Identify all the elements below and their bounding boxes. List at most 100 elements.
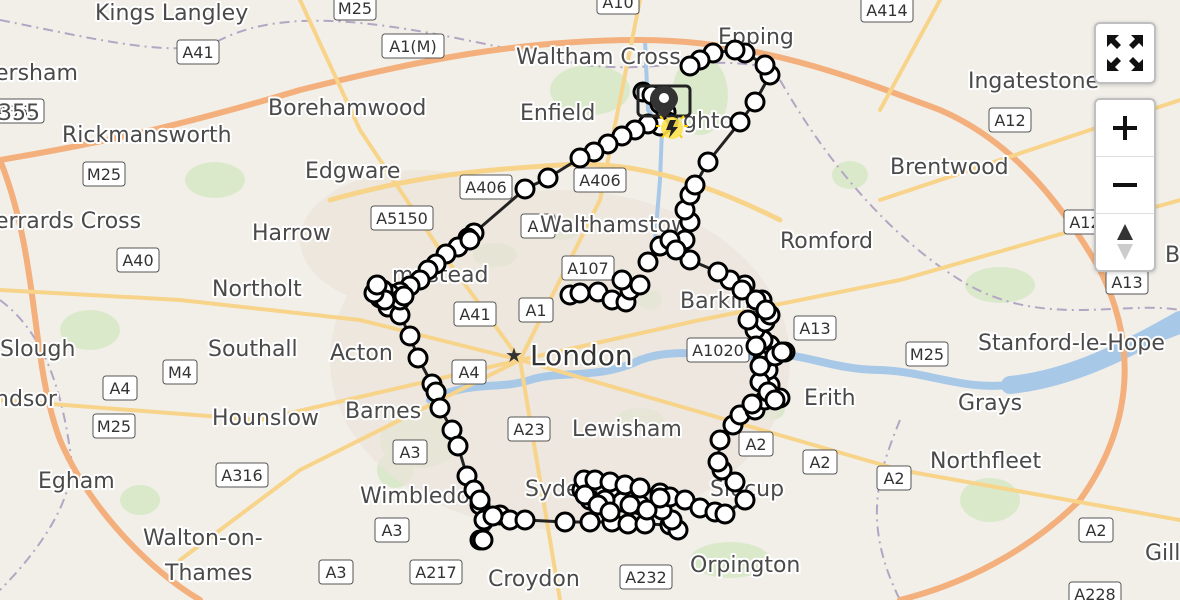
route-point-marker[interactable] [393,285,415,307]
basemap: M25 A10 A414A41 A1(M)A12A355M25A406 A406A1A5… [0,0,1180,600]
route-point-marker[interactable] [745,335,767,357]
svg-text:A41: A41 [182,43,213,62]
route-point-marker[interactable] [447,435,469,457]
route-point-marker[interactable] [771,341,793,363]
route-point-marker[interactable] [482,505,504,527]
road-shield: A1 [518,297,554,323]
route-point-marker[interactable] [599,501,621,523]
city-label-london: London [530,339,633,372]
route-point-marker[interactable] [569,282,591,304]
road-shield: A3 [318,559,354,585]
zoom-controls [1094,98,1156,272]
svg-text:A3: A3 [325,563,346,582]
road-shield: A2 [738,431,774,457]
svg-text:A414: A414 [866,1,907,20]
route-point-marker[interactable] [579,511,601,533]
place-label: Kings Langley [95,1,248,26]
route-point-marker[interactable] [749,355,771,377]
map-view[interactable]: M25 A10 A414 A41 A1(M) A12 A355 M25 A406 A406 A1 A5… [0,0,1180,600]
road-shield: M25 [82,161,126,187]
map-controls [1094,22,1156,272]
route-point-marker[interactable] [709,429,731,451]
svg-text:A1020: A1020 [692,341,744,360]
svg-text:M25: M25 [97,417,131,436]
route-point-marker[interactable] [617,513,639,535]
place-label: Acton [330,341,393,366]
svg-text:M25: M25 [338,0,372,18]
route-point-marker[interactable] [569,147,591,169]
fullscreen-button[interactable] [1094,22,1156,84]
svg-text:A41: A41 [459,305,490,324]
svg-text:M25: M25 [910,345,944,364]
place-label: Enfield [520,101,595,126]
route-point-marker[interactable] [764,389,786,411]
svg-text:A406: A406 [465,178,506,197]
capital-star-icon: ★ [505,343,523,367]
svg-text:A3: A3 [381,521,402,540]
zoom-in-button[interactable] [1096,100,1154,157]
route-point-marker[interactable] [407,347,429,369]
place-label: Rickmansworth [62,123,232,148]
place-label: ersham [0,61,78,86]
route-point-marker[interactable] [629,274,651,296]
road-shield: A107 [561,255,615,281]
route-point-marker[interactable] [665,239,687,261]
route-point-marker[interactable] [366,274,388,296]
svg-text:A1: A1 [525,301,546,320]
route-point-marker[interactable] [472,529,494,551]
route-point-marker[interactable] [744,91,766,113]
compass-reset-button[interactable] [1096,214,1154,270]
road-shield: A5150 [370,205,434,231]
road-shield: A13 [1105,269,1149,295]
zoom-out-button[interactable] [1096,157,1154,214]
route-point-marker[interactable] [399,325,421,347]
route-point-marker[interactable] [754,54,776,76]
place-label: Southall [208,337,298,362]
road-shield: A41 [176,39,220,65]
route-point-marker[interactable] [537,167,559,189]
route-point-marker[interactable] [554,511,576,533]
road-shield: A1(M) [381,33,445,59]
svg-text:A23: A23 [513,420,544,439]
road-shield: A23 [507,416,551,442]
route-point-marker[interactable] [741,393,763,415]
place-label: Croydon [488,567,580,592]
route-point-marker[interactable] [514,178,536,200]
route-point-marker[interactable] [429,397,451,419]
route-point-marker[interactable] [514,509,536,531]
route-point-marker[interactable] [459,229,481,251]
place-label: Harrow [252,221,331,246]
place-label: Romford [780,229,873,254]
route-point-marker[interactable] [619,494,641,516]
place-label: B [1165,243,1180,268]
route-point-marker[interactable] [637,251,659,273]
route-point-marker[interactable] [707,261,729,283]
svg-text:A12: A12 [994,111,1025,130]
svg-text:A406: A406 [579,171,620,190]
svg-text:A217: A217 [415,563,456,582]
route-point-marker[interactable] [611,269,633,291]
route-point-marker[interactable] [755,299,777,321]
route-point-marker[interactable] [469,489,491,511]
route-point-marker[interactable] [684,174,706,196]
road-shield: A406 [573,167,627,193]
road-shield: A406 [459,174,513,200]
route-point-marker[interactable] [649,487,671,509]
road-shield: A40 [116,247,160,273]
place-label: Stanford-le-Hope [978,331,1165,356]
route-point-marker[interactable] [729,111,751,133]
road-shield: A4 [102,375,138,401]
route-point-marker[interactable] [734,489,756,511]
svg-text:A2: A2 [883,469,904,488]
route-point-marker[interactable] [697,151,719,173]
svg-text:A1(M): A1(M) [389,37,436,56]
route-point-marker[interactable] [707,451,729,473]
route-point-marker[interactable] [629,477,651,499]
route-point-marker[interactable] [737,309,759,331]
route-point-marker[interactable] [724,39,746,61]
route-point-marker[interactable] [679,55,701,77]
zoom-out-icon [1113,183,1137,187]
road-shield: A3 [392,439,428,465]
route-point-marker[interactable] [714,503,736,525]
place-label: 355 [0,101,40,126]
